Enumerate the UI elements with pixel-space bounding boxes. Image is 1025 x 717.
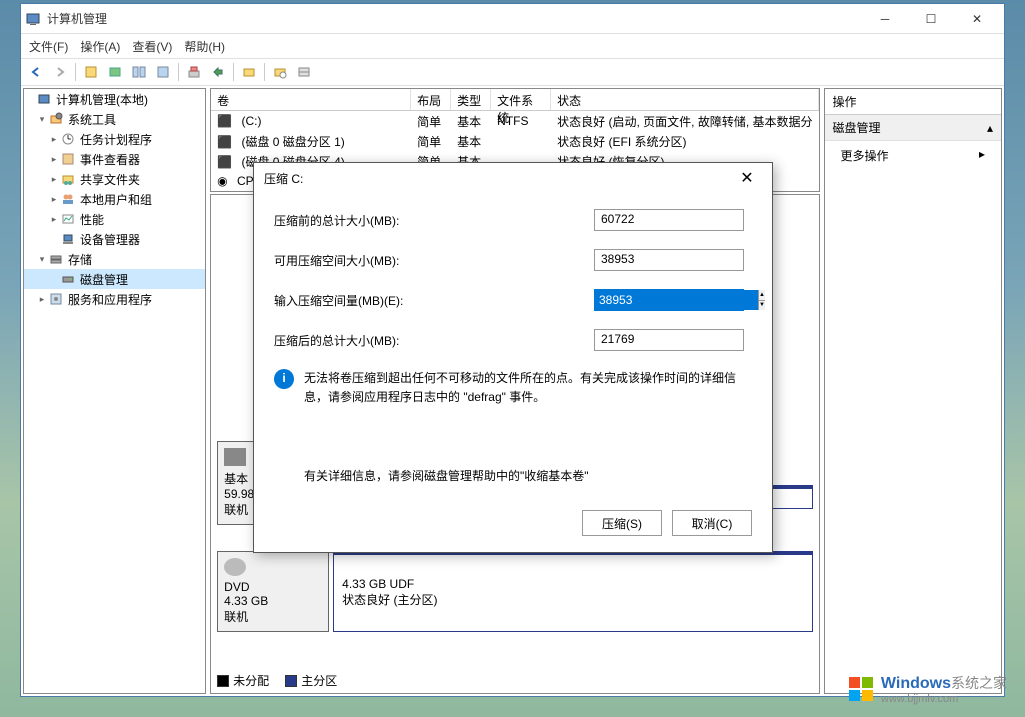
- before-label: 压缩前的总计大小(MB):: [274, 212, 594, 229]
- tb-icon-9[interactable]: [293, 61, 315, 83]
- volume-row[interactable]: ⬛ (C:)简单基本NTFS状态良好 (启动, 页面文件, 故障转储, 基本数据…: [211, 111, 818, 131]
- titlebar: 计算机管理 ─ ☐ ✕: [21, 4, 1004, 34]
- tree-event-viewer[interactable]: ▸事件查看器: [24, 149, 205, 169]
- menu-action[interactable]: 操作(A): [80, 38, 120, 55]
- spin-up-icon: ▲: [759, 290, 765, 301]
- disk-dvd-label[interactable]: DVD 4.33 GB 联机: [217, 551, 329, 632]
- tree-label: 存储: [68, 251, 92, 268]
- disk-size: 4.33 GB: [224, 594, 322, 608]
- disk-type: DVD: [224, 580, 322, 594]
- tree-panel[interactable]: 计算机管理(本地) ▾系统工具 ▸任务计划程序 ▸事件查看器 ▸共享文件夹 ▸本…: [23, 88, 206, 694]
- window-title: 计算机管理: [47, 10, 862, 27]
- col-status[interactable]: 状态: [551, 89, 818, 110]
- col-volume[interactable]: 卷: [211, 89, 411, 110]
- tb-icon-3[interactable]: [128, 61, 150, 83]
- disk-icon: [224, 448, 246, 466]
- tb-icon-6[interactable]: [207, 61, 229, 83]
- cancel-button[interactable]: 取消(C): [672, 510, 752, 536]
- tree-label: 设备管理器: [80, 231, 140, 248]
- after-label: 压缩后的总计大小(MB):: [274, 332, 594, 349]
- actions-section[interactable]: 磁盘管理▴: [825, 115, 1001, 141]
- tree-label: 磁盘管理: [80, 271, 128, 288]
- col-fs[interactable]: 文件系统: [491, 89, 551, 110]
- minimize-button[interactable]: ─: [862, 4, 908, 34]
- close-button[interactable]: ✕: [954, 4, 1000, 34]
- disk-status: 联机: [224, 608, 322, 625]
- tree-shared-folders[interactable]: ▸共享文件夹: [24, 169, 205, 189]
- tree-disk-management[interactable]: 磁盘管理: [24, 269, 205, 289]
- actions-panel: 操作 磁盘管理▴ 更多操作▸: [824, 88, 1002, 694]
- spin-down-icon: ▼: [759, 301, 765, 311]
- back-button[interactable]: [25, 61, 47, 83]
- tree-task-scheduler[interactable]: ▸任务计划程序: [24, 129, 205, 149]
- tree-label: 共享文件夹: [80, 171, 140, 188]
- tree-label: 计算机管理(本地): [56, 91, 148, 108]
- legend-unallocated: 未分配: [233, 672, 269, 689]
- legend: 未分配 主分区: [217, 672, 337, 689]
- part-size: 4.33 GB UDF: [342, 577, 803, 591]
- col-layout[interactable]: 布局: [411, 89, 451, 110]
- tb-icon-8[interactable]: [269, 61, 291, 83]
- tree-storage[interactable]: ▾存储: [24, 249, 205, 269]
- actions-more[interactable]: 更多操作▸: [825, 141, 1001, 170]
- col-type[interactable]: 类型: [451, 89, 491, 110]
- tree-label: 服务和应用程序: [68, 291, 152, 308]
- wm-url: www.bjjmlv.com: [881, 693, 1007, 705]
- available-label: 可用压缩空间大小(MB):: [274, 252, 594, 269]
- tb-icon-5[interactable]: [183, 61, 205, 83]
- shrink-amount-input[interactable]: [595, 290, 758, 310]
- volume-row[interactable]: ⬛ (磁盘 0 磁盘分区 1)简单基本状态良好 (EFI 系统分区): [211, 131, 818, 151]
- windows-logo-icon: [847, 675, 875, 703]
- available-value: 38953: [594, 249, 744, 271]
- shrink-dialog: 压缩 C: ✕ 压缩前的总计大小(MB): 60722 可用压缩空间大小(MB)…: [253, 162, 773, 553]
- dvd-icon: [224, 558, 246, 576]
- tree-device-manager[interactable]: 设备管理器: [24, 229, 205, 249]
- input-label: 输入压缩空间量(MB)(E):: [274, 292, 594, 309]
- tb-icon-4[interactable]: [152, 61, 174, 83]
- info-text-2: 有关详细信息，请参阅磁盘管理帮助中的"收缩基本卷": [304, 467, 752, 484]
- menu-file[interactable]: 文件(F): [29, 38, 68, 55]
- tree-label: 任务计划程序: [80, 131, 152, 148]
- menu-view[interactable]: 查看(V): [132, 38, 172, 55]
- after-value: 21769: [594, 329, 744, 351]
- tree-local-users[interactable]: ▸本地用户和组: [24, 189, 205, 209]
- tb-icon-1[interactable]: [80, 61, 102, 83]
- tree-services-apps[interactable]: ▸服务和应用程序: [24, 289, 205, 309]
- dialog-close-button[interactable]: ✕: [732, 163, 762, 193]
- watermark: Windows系统之家 www.bjjmlv.com: [847, 673, 1007, 705]
- shrink-button[interactable]: 压缩(S): [582, 510, 662, 536]
- spinner[interactable]: ▲▼: [758, 290, 765, 310]
- wm-text1: Windows: [881, 675, 951, 692]
- legend-primary: 主分区: [301, 672, 337, 689]
- actions-header: 操作: [825, 89, 1001, 115]
- dvd-partition[interactable]: 4.33 GB UDF 状态良好 (主分区): [333, 551, 812, 632]
- part-status: 状态良好 (主分区): [342, 591, 803, 608]
- maximize-button[interactable]: ☐: [908, 4, 954, 34]
- wm-text2: 系统之家: [951, 675, 1007, 691]
- menu-help[interactable]: 帮助(H): [184, 38, 225, 55]
- app-icon: [25, 11, 41, 27]
- tree-label: 本地用户和组: [80, 191, 152, 208]
- tree-label: 性能: [80, 211, 104, 228]
- dialog-title: 压缩 C:: [264, 170, 732, 187]
- tree-root[interactable]: 计算机管理(本地): [24, 89, 205, 109]
- toolbar: [21, 58, 1004, 86]
- tb-icon-7[interactable]: [238, 61, 260, 83]
- forward-button[interactable]: [49, 61, 71, 83]
- tree-system-tools[interactable]: ▾系统工具: [24, 109, 205, 129]
- tree-label: 事件查看器: [80, 151, 140, 168]
- tree-performance[interactable]: ▸性能: [24, 209, 205, 229]
- info-text-1: 无法将卷压缩到超出任何不可移动的文件所在的点。有关完成该操作时间的详细信息，请参…: [304, 369, 752, 407]
- tree-label: 系统工具: [68, 111, 116, 128]
- info-icon: i: [274, 369, 294, 389]
- tb-icon-2[interactable]: [104, 61, 126, 83]
- before-value: 60722: [594, 209, 744, 231]
- menubar: 文件(F) 操作(A) 查看(V) 帮助(H): [21, 34, 1004, 58]
